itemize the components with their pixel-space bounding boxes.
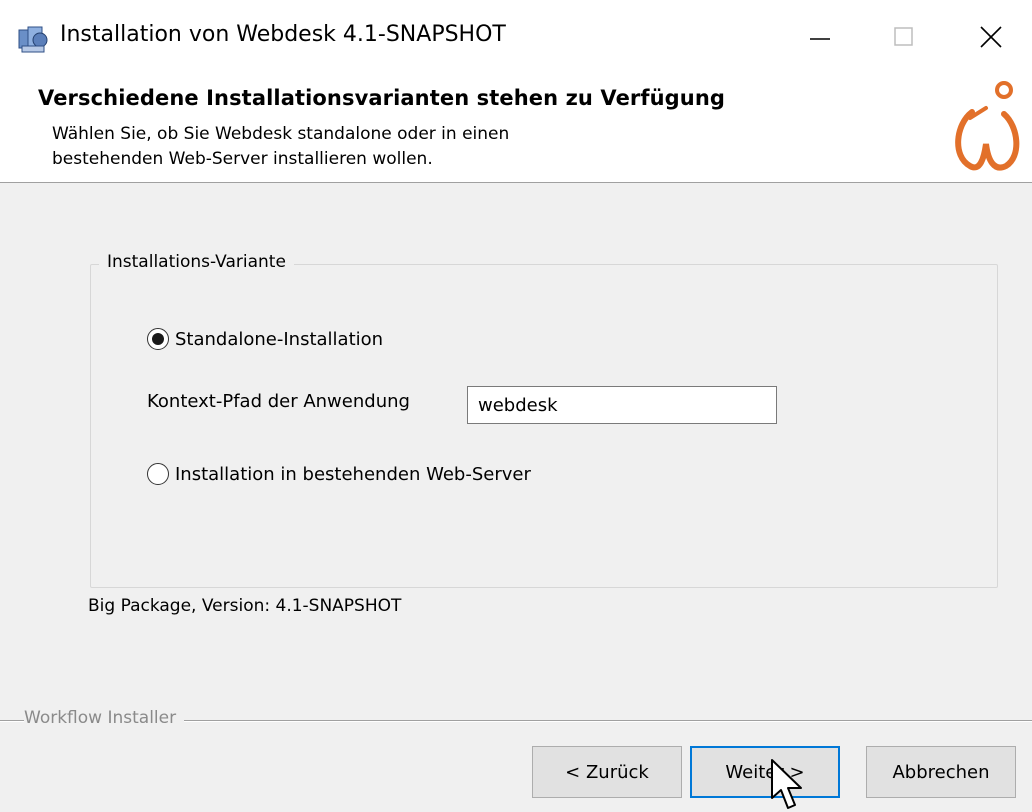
standalone-label: Standalone-Installation <box>175 328 384 350</box>
mouse-cursor-icon <box>771 759 802 809</box>
version-info: Big Package, Version: 4.1-SNAPSHOT <box>88 596 402 616</box>
branding-text: Workflow Installer <box>24 708 185 728</box>
description-line-2: bestehenden Web-Server installieren woll… <box>52 149 433 169</box>
next-button[interactable]: Weiter > <box>690 746 840 798</box>
app-icon <box>18 26 48 53</box>
title-bar: Installation von Webdesk 4.1-SNAPSHOT <box>0 0 1032 74</box>
context-path-label: Kontext-Pfad der Anwendung <box>147 391 410 412</box>
group-legend: Installations-Variante <box>99 252 294 272</box>
installation-variant-group: Installations-Variante Standalone-Instal… <box>90 252 998 588</box>
close-icon <box>980 26 1002 48</box>
wizard-header: Verschiedene Installationsvarianten steh… <box>0 74 1032 183</box>
radio-unselected-icon[interactable] <box>147 463 169 485</box>
window-title: Installation von Webdesk 4.1-SNAPSHOT <box>60 22 506 47</box>
maximize-button[interactable] <box>858 0 950 74</box>
standalone-radio[interactable]: Standalone-Installation <box>147 328 383 350</box>
minimize-button[interactable] <box>774 0 866 74</box>
back-button[interactable]: < Zurück <box>532 746 682 798</box>
cancel-button[interactable]: Abbrechen <box>866 746 1016 798</box>
description-line-1: Wählen Sie, ob Sie Webdesk standalone od… <box>52 124 510 144</box>
context-path-input[interactable] <box>467 386 777 424</box>
maximize-icon <box>894 27 913 46</box>
branding-separator: Workflow Installer <box>0 708 1032 730</box>
page-description: Wählen Sie, ob Sie Webdesk standalone od… <box>52 122 692 172</box>
close-button[interactable] <box>950 0 1032 74</box>
webserver-label: Installation in bestehenden Web-Server <box>175 463 531 485</box>
radio-selected-icon[interactable] <box>147 328 169 350</box>
page-title: Verschiedene Installationsvarianten steh… <box>38 86 726 110</box>
webdesk-logo-icon <box>955 81 1020 171</box>
minimize-icon <box>810 38 830 40</box>
webserver-radio[interactable]: Installation in bestehenden Web-Server <box>147 463 531 485</box>
